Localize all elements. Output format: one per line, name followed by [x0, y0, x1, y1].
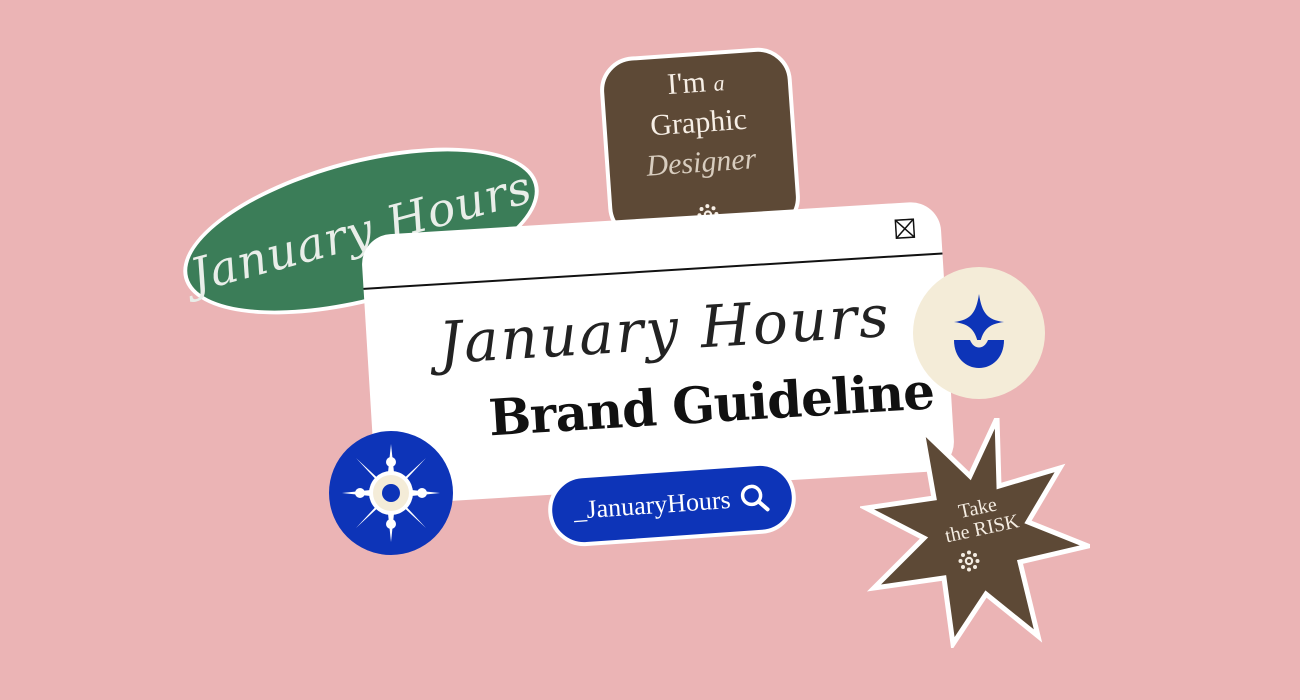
designer-line-1: I'm a — [666, 65, 726, 102]
search-tag-text: _JanuaryHours — [572, 484, 732, 525]
take-the-risk-star-sticker: Take the RISK — [857, 416, 1097, 651]
close-box-icon[interactable] — [894, 218, 916, 240]
flower-badge-icon — [329, 431, 453, 555]
search-icon[interactable] — [737, 481, 771, 515]
sun-gear-icon — [958, 550, 980, 572]
designer-line-2: Graphic — [649, 102, 748, 143]
designer-line-3: Designer — [645, 142, 758, 183]
sparkle-bowl-icon — [913, 267, 1045, 399]
